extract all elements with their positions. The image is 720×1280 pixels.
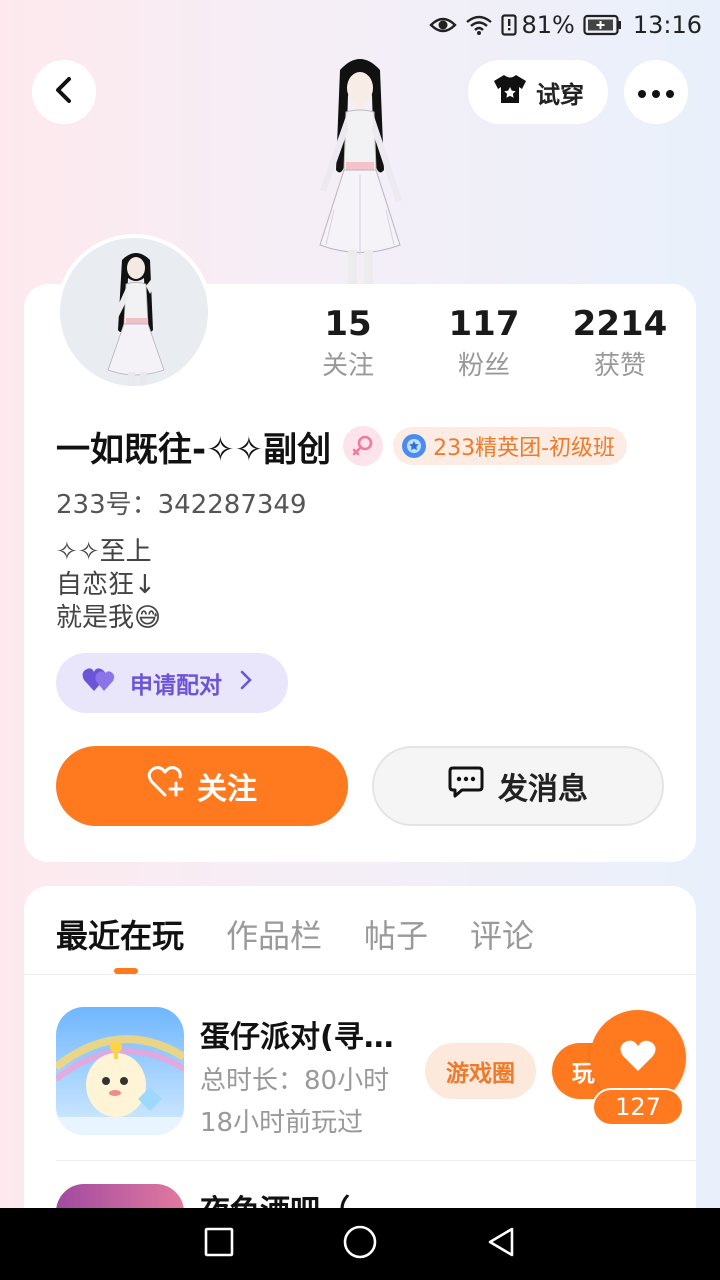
try-on-button[interactable]: 试穿	[468, 60, 608, 124]
bio-line: 自恋狂↓	[56, 570, 156, 600]
female-icon	[343, 426, 384, 466]
game-title[interactable]: 蛋仔派对(寻…	[200, 1012, 394, 1056]
wifi-icon	[465, 14, 493, 36]
name-row: 一如既往-✧✧副创 233精英团-初级班	[56, 424, 628, 470]
tab-posts[interactable]: 帖子	[364, 911, 428, 957]
more-button[interactable]	[624, 60, 688, 124]
recents-icon[interactable]	[204, 1227, 234, 1261]
divider	[56, 1160, 696, 1161]
stat-label: 关注	[321, 351, 374, 381]
back-nav-icon[interactable]	[486, 1226, 516, 1262]
shirt-icon	[492, 73, 536, 111]
tab-works[interactable]: 作品栏	[226, 911, 322, 957]
match-label: 申请配对	[130, 673, 222, 699]
message-button[interactable]: 发消息	[372, 746, 664, 826]
clock: 13:16	[632, 11, 702, 39]
stat-likes[interactable]: 2214 获赞	[555, 302, 685, 386]
stat-value: 15	[324, 304, 372, 344]
game-last-played: 18小时前玩过	[200, 1108, 364, 1138]
game-total-time: 总时长：80小时	[200, 1066, 390, 1096]
more-dots-icon	[638, 83, 674, 102]
bio: ✧✧至上 自恋狂↓ 就是我😅	[56, 536, 161, 635]
avatar[interactable]	[56, 234, 212, 390]
stat-fans[interactable]: 117 粉丝	[419, 302, 549, 386]
medal-icon	[401, 433, 427, 459]
chevron-right-icon	[240, 670, 252, 696]
match-request-button[interactable]: 申请配对	[56, 653, 288, 713]
avatar-character-image	[290, 50, 430, 285]
try-on-label: 试穿	[536, 80, 584, 109]
like-count: 127	[592, 1088, 684, 1126]
stat-label: 粉丝	[457, 351, 510, 381]
divider	[24, 974, 696, 975]
tab-comments[interactable]: 评论	[470, 911, 534, 957]
back-button[interactable]	[32, 60, 96, 124]
eye-icon	[429, 15, 458, 35]
bio-line: 就是我😅	[56, 603, 162, 633]
badge-label: 233精英团-初级班	[433, 436, 616, 461]
stat-label: 获赞	[593, 351, 646, 381]
status-bar: 81% 13:16	[0, 0, 720, 50]
game-icon[interactable]	[56, 1007, 184, 1135]
home-icon[interactable]	[342, 1224, 378, 1264]
stat-following[interactable]: 15 关注	[283, 302, 413, 386]
back-arrow-icon	[52, 76, 76, 108]
sim-icon	[501, 14, 518, 36]
stat-value: 117	[448, 304, 520, 344]
battery-percent: 81%	[521, 11, 575, 39]
user-id: 233号：342287349	[56, 490, 307, 520]
heart-pair-icon	[82, 667, 116, 699]
game-title[interactable]: 夜色酒吧（	[200, 1186, 350, 1210]
profile-tabs: 最近在玩 作品栏 帖子 评论	[56, 906, 576, 962]
stat-value: 2214	[572, 304, 668, 344]
message-label: 发消息	[498, 772, 588, 807]
bio-line: ✧✧至上	[56, 537, 152, 567]
heart-icon	[619, 1039, 657, 1077]
system-navigation-bar	[0, 1208, 720, 1280]
follow-label: 关注	[197, 772, 257, 807]
heart-plus-icon	[147, 765, 197, 807]
level-badge[interactable]: 233精英团-初级班	[393, 427, 628, 465]
game-circle-button[interactable]: 游戏圈	[425, 1043, 536, 1099]
follow-button[interactable]: 关注	[56, 746, 348, 826]
user-name: 一如既往-✧✧副创	[56, 429, 332, 470]
tab-recently-played[interactable]: 最近在玩	[56, 911, 184, 957]
chat-bubble-icon	[448, 765, 498, 807]
battery-icon	[583, 14, 623, 36]
